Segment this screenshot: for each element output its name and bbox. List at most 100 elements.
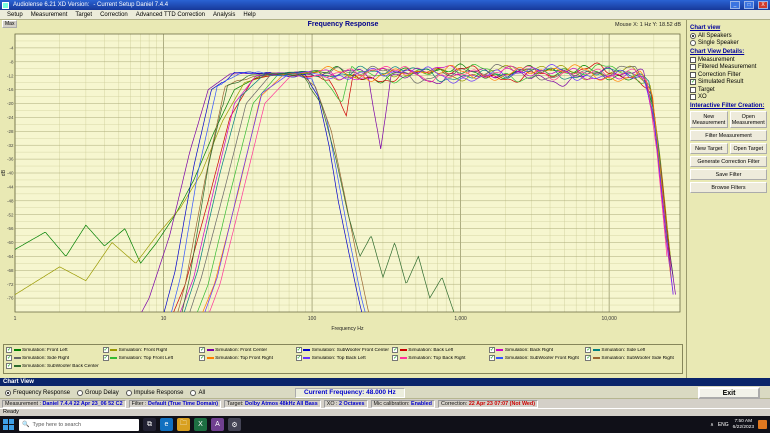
- legend-item[interactable]: ✓Simulation: Top Back Left: [296, 355, 391, 361]
- legend-item[interactable]: ✓Simulation: SubWoofer Back Center: [6, 363, 101, 369]
- new-target-button[interactable]: New Target: [690, 143, 728, 154]
- excel-icon[interactable]: X: [194, 418, 207, 431]
- checkbox-icon[interactable]: [690, 94, 696, 100]
- legend-item[interactable]: ✓ Simulation: Front Left: [6, 347, 101, 353]
- checkbox-correction-filter[interactable]: Correction Filter: [690, 72, 767, 78]
- generate-correction-filter-button[interactable]: Generate Correction Filter: [690, 156, 767, 167]
- file-explorer-icon[interactable]: 🗀: [177, 418, 190, 431]
- legend-item[interactable]: ✓Simulation: Front Right: [103, 347, 198, 353]
- mode-frequency-response[interactable]: Frequency Response: [5, 390, 70, 396]
- radio-all-speakers[interactable]: All Speakers: [690, 33, 767, 39]
- checkbox-xo[interactable]: XO: [690, 94, 767, 100]
- legend-item-label: Simulation: Front Center: [215, 348, 267, 353]
- checkbox-measurement[interactable]: Measurement: [690, 57, 767, 63]
- svg-text:1,000: 1,000: [454, 316, 467, 322]
- legend-item[interactable]: ✓ Simulation: SubWoofer Front Right: [489, 355, 584, 361]
- svg-text:-16: -16: [7, 87, 14, 92]
- menu-analysis[interactable]: Analysis: [209, 12, 239, 18]
- tray-caret-icon[interactable]: ∧: [710, 422, 714, 428]
- taskbar-search-input[interactable]: 🔍 Type here to search: [19, 419, 139, 431]
- menu-correction[interactable]: Correction: [96, 12, 132, 18]
- svg-text:dB: dB: [1, 169, 7, 176]
- legend-item[interactable]: ✓Simulation: Top Front Left: [103, 355, 198, 361]
- menu-setup[interactable]: Setup: [3, 12, 27, 18]
- radio-icon[interactable]: [690, 40, 696, 46]
- mode-impulse-response[interactable]: Impulse Response: [126, 390, 184, 396]
- app-window: Audiolense 6.21 XD Version: - Current Se…: [0, 0, 770, 433]
- notification-center-icon[interactable]: [758, 420, 767, 429]
- audiolense-taskbar-icon[interactable]: A: [211, 418, 224, 431]
- legend-checkbox[interactable]: ✓: [103, 347, 109, 353]
- svg-text:-12: -12: [7, 73, 14, 78]
- legend-checkbox[interactable]: ✓: [489, 347, 495, 353]
- radio-icon[interactable]: [5, 390, 11, 396]
- legend-checkbox[interactable]: ✓: [585, 355, 591, 361]
- browse-filters-button[interactable]: Browse Filters: [690, 182, 767, 193]
- legend-item[interactable]: ✓ Simulation: Back Left: [392, 347, 487, 353]
- legend-item-label: Simulation: SubWoofer Front Right: [505, 356, 579, 361]
- minimize-button[interactable]: _: [730, 1, 740, 9]
- svg-text:-20: -20: [7, 101, 14, 106]
- menu-advanced-ttd-correction[interactable]: Advanced TTD Correction: [132, 12, 209, 18]
- language-indicator[interactable]: ENG: [718, 422, 729, 428]
- radio-icon[interactable]: [77, 390, 83, 396]
- frequency-response-plot[interactable]: -4-8-12-16-20-24-28-32-36-40-44-48-52-56…: [0, 30, 685, 343]
- legend-item[interactable]: ✓Simulation: Top Front Right: [199, 355, 294, 361]
- save-filter-button[interactable]: Save Filter: [690, 169, 767, 180]
- legend-checkbox[interactable]: ✓: [585, 347, 591, 353]
- mode-group-delay[interactable]: Group Delay: [77, 390, 119, 396]
- open-measurement-button[interactable]: Open Measurement: [730, 111, 768, 128]
- taskbar-clock[interactable]: 7:50 AM 6/22/2023: [733, 419, 754, 431]
- checkbox-filtered-measurement[interactable]: Filtered Measurement: [690, 64, 767, 70]
- legend-item-label: Simulation: Front Left: [22, 348, 68, 353]
- legend-item[interactable]: ✓Simulation: SubWoofer Side Right: [585, 355, 680, 361]
- task-view-icon[interactable]: ⧉: [143, 418, 156, 431]
- checkbox-icon[interactable]: [690, 72, 696, 78]
- checkbox-icon[interactable]: ✓: [690, 79, 696, 85]
- open-target-button[interactable]: Open Target: [730, 143, 768, 154]
- mode-all[interactable]: All: [190, 390, 205, 396]
- checkbox-simulated-result[interactable]: ✓Simulated Result: [690, 79, 767, 85]
- menu-measurement[interactable]: Measurement: [27, 12, 72, 18]
- edge-browser-icon[interactable]: e: [160, 418, 173, 431]
- settings-icon[interactable]: ⚙: [228, 418, 241, 431]
- exit-button[interactable]: Exit: [698, 387, 760, 399]
- checkbox-target[interactable]: Target: [690, 87, 767, 93]
- app-logo-icon: [2, 2, 9, 9]
- legend-item[interactable]: ✓Simulation: Side Left: [585, 347, 680, 353]
- legend-checkbox[interactable]: ✓: [6, 355, 12, 361]
- maximize-button[interactable]: □: [744, 1, 754, 9]
- legend-checkbox[interactable]: ✓: [296, 347, 302, 353]
- legend-checkbox[interactable]: ✓: [6, 363, 12, 369]
- checkbox-icon[interactable]: [690, 57, 696, 63]
- legend-item[interactable]: ✓Simulation: Top Back Right: [392, 355, 487, 361]
- menu-target[interactable]: Target: [71, 12, 96, 18]
- checkbox-icon[interactable]: [690, 64, 696, 70]
- radio-label: Single Speaker: [698, 40, 739, 46]
- radio-icon[interactable]: [190, 390, 196, 396]
- legend-checkbox[interactable]: ✓: [489, 355, 495, 361]
- checkbox-icon[interactable]: [690, 87, 696, 93]
- legend-item-label: Simulation: Back Left: [408, 348, 453, 353]
- radio-icon[interactable]: [126, 390, 132, 396]
- legend-checkbox[interactable]: ✓: [6, 347, 12, 353]
- close-button[interactable]: X: [758, 1, 768, 9]
- start-button-icon[interactable]: [3, 419, 15, 431]
- radio-single-speaker[interactable]: Single Speaker: [690, 40, 767, 46]
- new-measurement-button[interactable]: New Measurement: [690, 111, 728, 128]
- status-segment-mic-calibration: Mic calibration: Enabled: [371, 400, 435, 408]
- system-tray: ∧ ENG 7:50 AM 6/22/2023: [710, 419, 767, 431]
- legend-item[interactable]: ✓Simulation: Side Right: [6, 355, 101, 361]
- legend-checkbox[interactable]: ✓: [392, 347, 398, 353]
- legend-checkbox[interactable]: ✓: [199, 355, 205, 361]
- legend-checkbox[interactable]: ✓: [199, 347, 205, 353]
- legend-item[interactable]: ✓ Simulation: Front Center: [199, 347, 294, 353]
- legend-checkbox[interactable]: ✓: [296, 355, 302, 361]
- radio-icon[interactable]: [690, 33, 696, 39]
- menu-help[interactable]: Help: [239, 12, 259, 18]
- legend-item[interactable]: ✓Simulation: SubWoofer Front Center: [296, 347, 391, 353]
- legend-item[interactable]: ✓Simulation: Back Right: [489, 347, 584, 353]
- legend-checkbox[interactable]: ✓: [103, 355, 109, 361]
- filter-measurement-button[interactable]: Filter Measurement: [690, 130, 767, 141]
- legend-checkbox[interactable]: ✓: [392, 355, 398, 361]
